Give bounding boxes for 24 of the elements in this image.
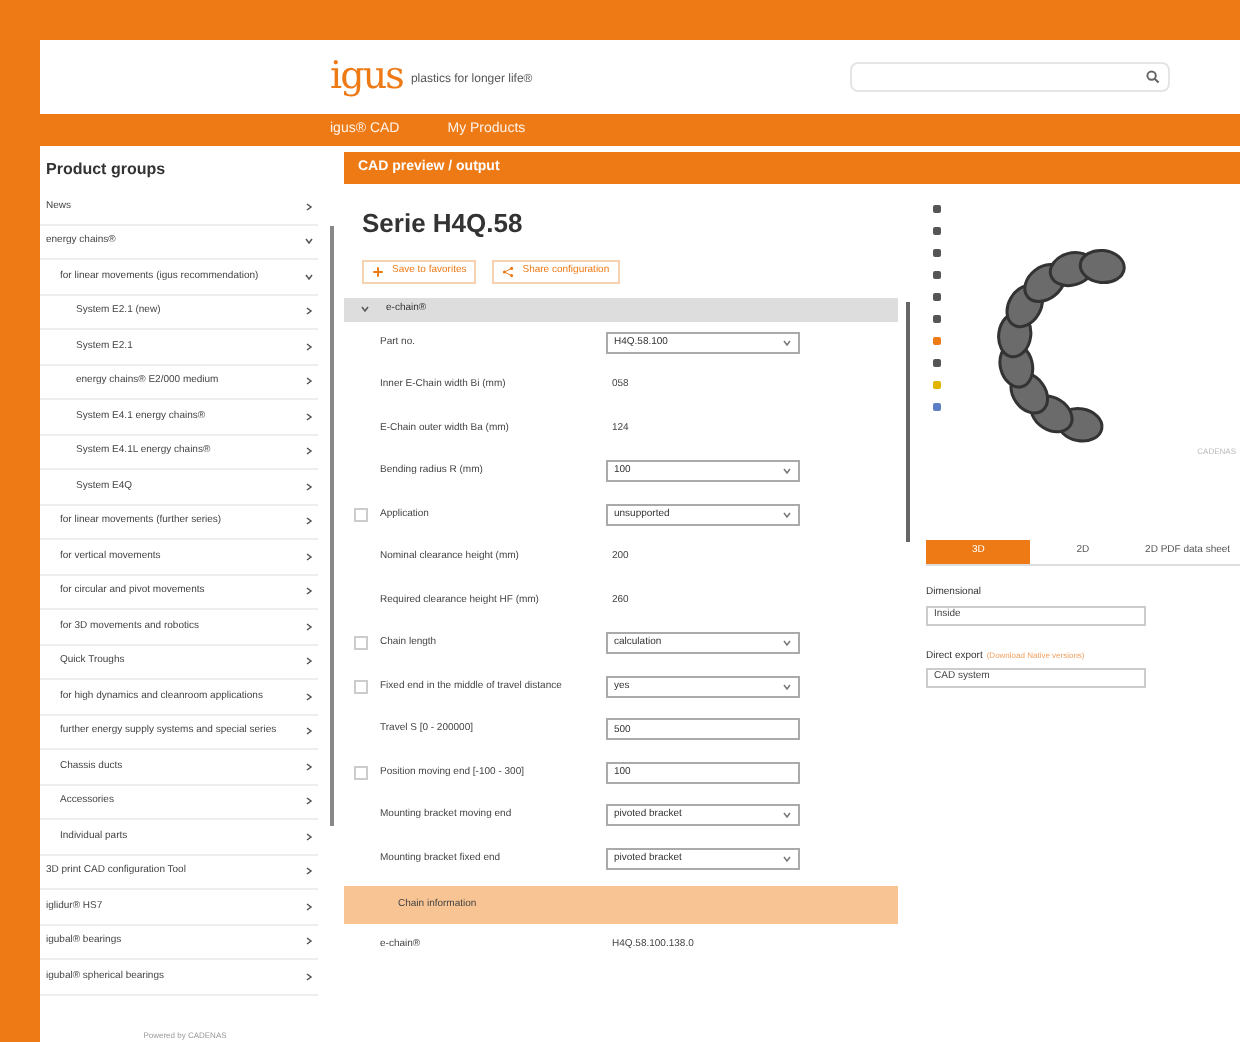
caret-icon	[782, 509, 792, 520]
toolbar-icon[interactable]	[931, 270, 941, 280]
sidebar-title: Product groups	[44, 158, 168, 182]
toolbar-icon[interactable]	[931, 314, 941, 324]
plus-icon	[372, 265, 384, 277]
share-icon	[502, 265, 515, 277]
caret-icon	[782, 681, 792, 692]
caret-icon	[782, 638, 792, 649]
toolbar-icon[interactable]	[931, 248, 941, 258]
caret-icon	[782, 810, 792, 821]
caret-icon	[782, 853, 792, 864]
toolbar-icon[interactable]	[931, 292, 941, 302]
search-icon	[1146, 70, 1160, 84]
toolbar-icon[interactable]	[931, 204, 941, 214]
product-title: Serie H4Q.58	[360, 206, 525, 242]
toolbar-icon[interactable]	[931, 358, 941, 368]
chain-model-drawing[interactable]	[996, 248, 1125, 443]
logo: igus	[330, 58, 403, 96]
toolbar-icon[interactable]	[931, 226, 941, 236]
chevron-down-icon	[360, 304, 370, 314]
caret-icon	[782, 466, 792, 477]
toolbar-icon[interactable]	[931, 402, 941, 412]
caret-icon	[782, 337, 792, 348]
search-field[interactable]	[850, 62, 1170, 92]
